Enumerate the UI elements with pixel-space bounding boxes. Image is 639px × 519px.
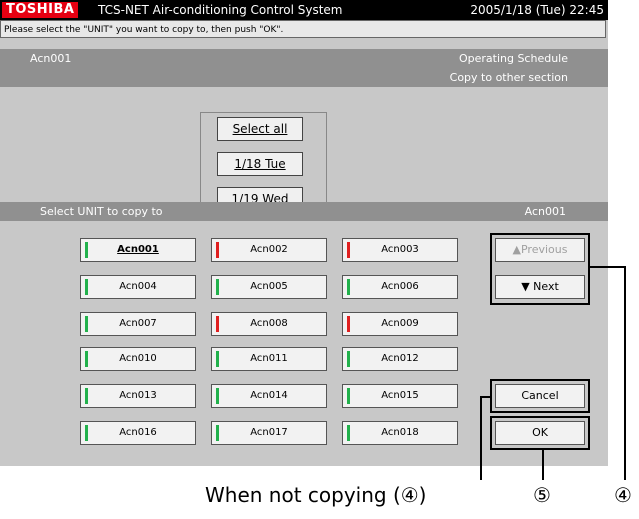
prev-next-leader-v [624,266,626,480]
unit-header-row: Acn001 Operating Schedule [0,49,608,68]
unit-name: Acn001 [30,52,72,65]
unit-label: Acn008 [250,318,288,329]
unit-button[interactable]: Acn015 [342,384,458,408]
unit-button[interactable]: Acn001 [80,238,196,262]
unit-button[interactable]: Acn004 [80,275,196,299]
unit-status-indicator [347,388,350,404]
unit-label: Acn006 [381,281,419,292]
unit-label: Acn005 [250,281,288,292]
unit-status-indicator [85,388,88,404]
ok-leader-v [542,449,544,480]
prev-next-callout-frame [490,233,590,305]
unit-label: Acn013 [119,390,157,401]
unit-button[interactable]: Acn014 [211,384,327,408]
unit-status-indicator [216,242,219,258]
unit-label: Acn007 [119,318,157,329]
unit-label: Acn004 [119,281,157,292]
unit-button[interactable]: Acn007 [80,312,196,336]
unit-status-indicator [216,279,219,295]
unit-panel-header: Select UNIT to copy to Acn001 [0,202,608,221]
unit-button[interactable]: Acn006 [342,275,458,299]
unit-status-indicator [216,425,219,441]
unit-status-indicator [347,351,350,367]
cancel-callout-frame [490,379,590,413]
unit-status-indicator [347,425,350,441]
unit-label: Acn011 [250,353,288,364]
unit-button[interactable]: Acn009 [342,312,458,336]
panel-title: Select UNIT to copy to [40,205,163,218]
copy-section-label: Copy to other section [449,71,568,84]
unit-label: Acn003 [381,244,419,255]
unit-label: Acn017 [250,427,288,438]
instruction-message: Please select the "UNIT" you want to cop… [0,20,606,38]
cancel-leader-v [480,396,482,480]
app-title: TCS-NET Air-conditioning Control System [98,3,343,17]
annotation-four: ④ [614,483,632,507]
annotation-five: ⑤ [533,483,551,507]
unit-button[interactable]: Acn010 [80,347,196,371]
unit-status-indicator [216,388,219,404]
unit-button[interactable]: Acn017 [211,421,327,445]
unit-status-indicator [85,425,88,441]
day-button-1-18[interactable]: 1/18 Tue [217,152,303,176]
title-bar: TOSHIBA TCS-NET Air-conditioning Control… [0,0,608,20]
unit-label: Acn001 [117,244,159,255]
unit-button[interactable]: Acn002 [211,238,327,262]
unit-label: Acn010 [119,353,157,364]
schedule-label: Operating Schedule [458,52,568,65]
unit-status-indicator [85,316,88,332]
unit-label: Acn002 [250,244,288,255]
unit-button[interactable]: Acn018 [342,421,458,445]
panel-current-unit: Acn001 [524,205,566,218]
unit-button[interactable]: Acn012 [342,347,458,371]
unit-status-indicator [347,316,350,332]
unit-status-indicator [216,351,219,367]
unit-label: Acn018 [381,427,419,438]
unit-status-indicator [85,242,88,258]
unit-label: Acn014 [250,390,288,401]
unit-button[interactable]: Acn013 [80,384,196,408]
copy-header-row: Copy to other section [0,68,608,87]
unit-status-indicator [85,279,88,295]
unit-label: Acn012 [381,353,419,364]
toshiba-logo: TOSHIBA [2,2,79,18]
unit-label: Acn009 [381,318,419,329]
unit-button[interactable]: Acn016 [80,421,196,445]
unit-button[interactable]: Acn011 [211,347,327,371]
unit-label: Acn015 [381,390,419,401]
unit-button[interactable]: Acn005 [211,275,327,299]
unit-status-indicator [347,242,350,258]
select-all-button[interactable]: Select all [217,117,303,141]
not-copying-annotation: When not copying (④) [205,483,427,507]
ok-callout-frame [490,416,590,450]
unit-status-indicator [216,316,219,332]
datetime-display: 2005/1/18 (Tue) 22:45 [470,3,604,17]
unit-button[interactable]: Acn008 [211,312,327,336]
unit-button[interactable]: Acn003 [342,238,458,262]
unit-status-indicator [85,351,88,367]
prev-next-leader-h [590,266,625,268]
unit-status-indicator [347,279,350,295]
unit-label: Acn016 [119,427,157,438]
